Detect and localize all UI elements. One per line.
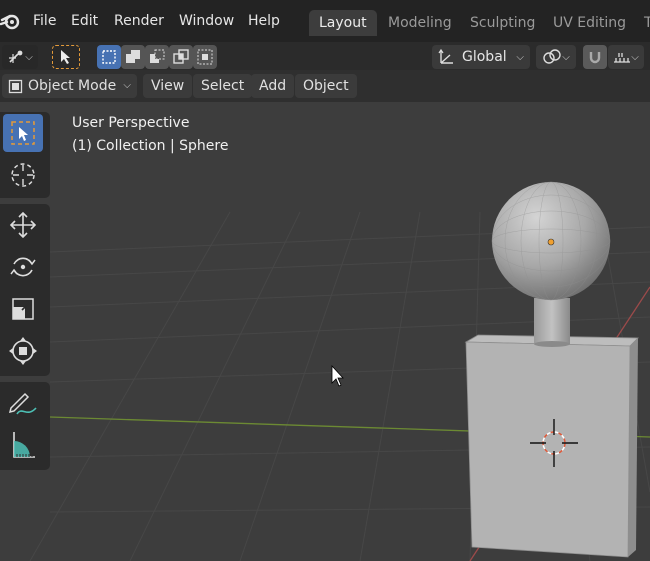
menu-window[interactable]: Window	[179, 11, 234, 31]
cursor-icon	[11, 163, 35, 187]
tab-texture-paint[interactable]: T	[634, 10, 650, 36]
toolbar-group-annotate	[0, 382, 50, 470]
3d-viewport[interactable]: User Perspective (1) Collection | Sphere	[0, 102, 650, 561]
viewport-header: Object Mode ⌵ View Select Add Object	[0, 70, 650, 102]
magnet-icon	[589, 52, 601, 64]
chevron-down-icon: ⌵	[631, 51, 639, 63]
tab-modeling[interactable]: Modeling	[378, 10, 462, 36]
object-mode-label: Object Mode	[28, 78, 117, 94]
chevron-down-icon: ⌵	[123, 80, 131, 91]
origin-dot	[547, 238, 555, 246]
select-tool-mode-button[interactable]	[52, 45, 80, 69]
tweak-tool-icon	[9, 50, 23, 63]
mouse-pointer	[331, 364, 344, 387]
cursor-arrow-icon	[61, 50, 70, 64]
menu-add[interactable]: Add	[251, 74, 295, 98]
menu-help[interactable]: Help	[248, 11, 280, 31]
box-mesh-front	[465, 341, 631, 558]
menu-file[interactable]: File	[33, 11, 56, 31]
toolbar-group-select	[0, 112, 50, 198]
view-name-label: User Perspective	[72, 115, 190, 131]
measure-icon	[13, 432, 35, 458]
move-tool[interactable]	[3, 206, 43, 244]
tab-sculpting[interactable]: Sculpting	[460, 10, 545, 36]
chevron-down-icon: ⌵	[562, 51, 570, 63]
chevron-down-icon: ⌵	[516, 51, 524, 63]
orientation-label: Global	[462, 49, 507, 65]
pivot-link-icon	[543, 49, 561, 64]
collection-info-label: (1) Collection | Sphere	[72, 138, 229, 154]
object-mode-icon	[8, 79, 23, 94]
scale-icon	[12, 298, 34, 320]
menu-select[interactable]: Select	[193, 74, 253, 98]
menu-render[interactable]: Render	[114, 11, 164, 31]
pivot-point-dropdown[interactable]: ⌵	[536, 45, 576, 69]
cursor-tool[interactable]	[3, 156, 43, 194]
blender-logo-icon[interactable]	[0, 10, 22, 32]
annotate-icon	[8, 392, 37, 415]
select-box-tool[interactable]	[3, 114, 43, 152]
tool-settings-dropdown[interactable]: ⌵	[2, 45, 38, 69]
select-intersect-icon	[197, 49, 213, 65]
snap-increment-icon	[614, 53, 631, 63]
select-new-icon	[102, 50, 116, 64]
select-mode-subtract-button[interactable]	[145, 45, 169, 69]
transform-tool[interactable]	[3, 332, 43, 370]
toolbar-group-transform	[0, 204, 50, 376]
select-extend-icon	[126, 50, 140, 63]
chevron-down-icon: ⌵	[25, 51, 33, 63]
measure-tool[interactable]	[3, 426, 43, 464]
scale-tool[interactable]	[3, 290, 43, 328]
select-mode-intersect-button[interactable]	[193, 45, 217, 69]
snap-toggle[interactable]	[583, 45, 607, 69]
object-mode-dropdown[interactable]: Object Mode ⌵	[2, 74, 137, 98]
select-box-icon	[11, 121, 35, 145]
snap-target-dropdown[interactable]: ⌵	[608, 45, 644, 69]
rotate-tool[interactable]	[3, 248, 43, 286]
menu-object[interactable]: Object	[295, 74, 357, 98]
tab-layout[interactable]: Layout	[309, 10, 377, 36]
menu-view[interactable]: View	[143, 74, 193, 98]
viewport-scene	[29, 181, 650, 561]
select-mode-extend-button[interactable]	[121, 45, 145, 69]
select-subtract-icon	[150, 49, 165, 63]
select-invert-icon	[173, 49, 189, 64]
tab-uv-editing[interactable]: UV Editing	[543, 10, 636, 36]
transform-icon	[9, 337, 37, 365]
select-mode-invert-button[interactable]	[169, 45, 193, 69]
orientation-gizmo-icon	[438, 48, 453, 64]
cylinder-mesh	[534, 298, 570, 344]
rotate-icon	[10, 257, 36, 277]
orientation-dropdown[interactable]: Global ⌵	[432, 45, 530, 69]
annotate-tool[interactable]	[3, 384, 43, 422]
select-mode-new-button[interactable]	[97, 45, 121, 69]
tool-header: ⌵ Global ⌵ ⌵ ⌵	[0, 42, 650, 70]
move-icon	[9, 211, 37, 239]
top-menu-bar: File Edit Render Window Help Layout Mode…	[0, 0, 650, 42]
menu-edit[interactable]: Edit	[71, 11, 98, 31]
